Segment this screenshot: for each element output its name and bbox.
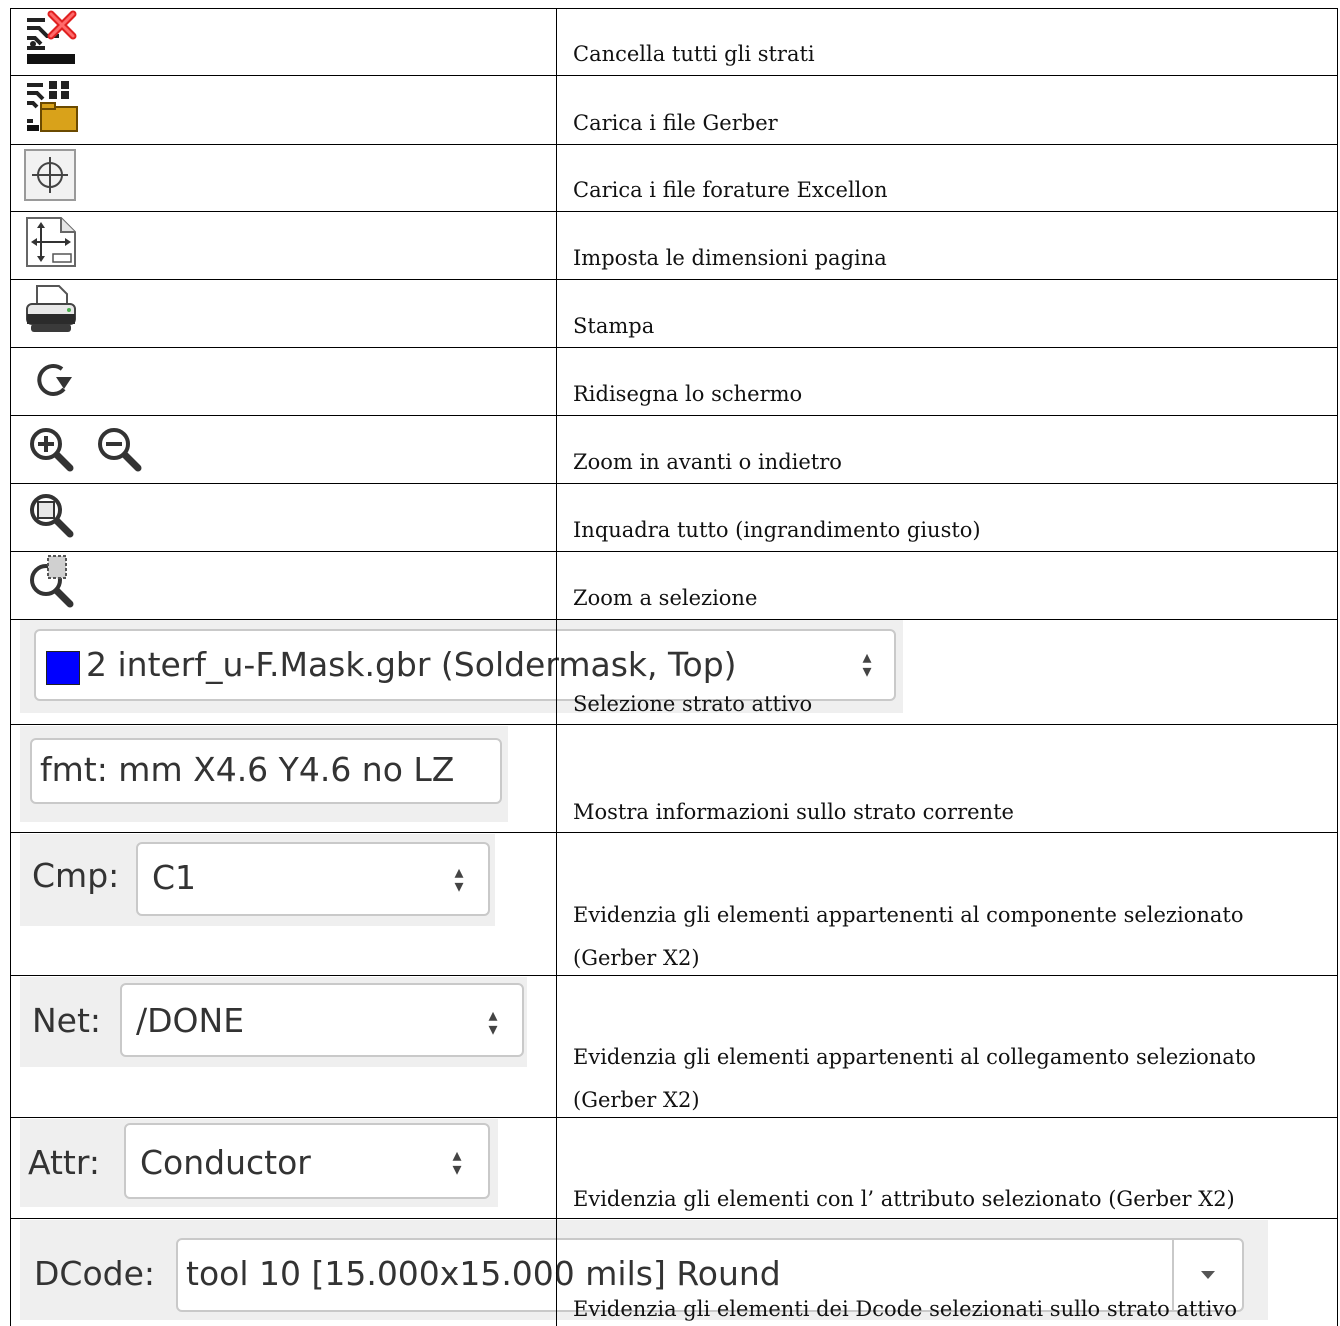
row-description: Evidenzia gli elementi appartenenti al c…: [573, 903, 1244, 927]
row-divider: [10, 975, 1338, 976]
row-divider: [10, 483, 1338, 484]
attr-label: Attr:: [28, 1143, 100, 1182]
dcode-label: DCode:: [34, 1254, 156, 1293]
cmp-combobox[interactable]: C1 ▴ ▾: [136, 842, 490, 916]
spinner-arrows-icon[interactable]: ▴ ▾: [442, 1147, 472, 1179]
row-description: Carica i file Gerber: [573, 111, 778, 135]
chevron-down-icon: [1201, 1271, 1215, 1279]
row-description: Selezione strato attivo: [573, 692, 813, 716]
row-description: Cancella tutti gli strati: [573, 42, 815, 66]
table-border-left: [10, 8, 11, 1326]
row-divider: [10, 1218, 1338, 1219]
layer-select-value: 2 interf_u-F.Mask.gbr (Soldermask, Top): [86, 645, 737, 684]
spinner-arrows-icon[interactable]: ▴ ▾: [444, 864, 474, 896]
spinner-arrows-icon[interactable]: ▴ ▾: [852, 649, 882, 681]
layer-info-field: fmt: mm X4.6 Y4.6 no LZ: [30, 738, 502, 804]
row-divider: [10, 551, 1338, 552]
layer-color-swatch: [46, 651, 80, 685]
column-divider: [556, 8, 557, 1326]
zoom-fit-icon: [30, 494, 74, 538]
net-value: /DONE: [136, 1001, 245, 1040]
row-description: Ridisegna lo schermo: [573, 382, 803, 406]
row-divider: [10, 415, 1338, 416]
clear-layers-icon: [25, 10, 77, 64]
net-combobox[interactable]: /DONE ▴ ▾: [120, 983, 524, 1057]
row-divider: [10, 8, 1338, 9]
component-select-widget: Cmp: C1 ▴ ▾: [20, 834, 495, 926]
redraw-icon: [37, 363, 72, 396]
page-size-icon: [26, 217, 76, 267]
row-description: Evidenzia gli elementi dei Dcode selezio…: [573, 1297, 1238, 1321]
row-divider: [10, 1117, 1338, 1118]
row-description: Carica i file forature Excellon: [573, 178, 888, 202]
row-divider: [10, 279, 1338, 280]
row-divider: [10, 724, 1338, 725]
open-gerber-icon: [25, 79, 78, 132]
row-description-continued: (Gerber X2): [573, 1088, 700, 1112]
row-divider: [10, 144, 1338, 145]
attribute-select-widget: Attr: Conductor ▴ ▾: [20, 1119, 498, 1207]
row-divider: [10, 211, 1338, 212]
layer-info-value: fmt: mm X4.6 Y4.6 no LZ: [40, 750, 455, 789]
spinner-arrows-icon[interactable]: ▴ ▾: [478, 1007, 508, 1039]
drill-target-icon: [24, 149, 76, 201]
row-description: Stampa: [573, 314, 655, 338]
row-divider: [10, 832, 1338, 833]
zoom-in-out-icon: [26, 424, 156, 474]
row-description: Imposta le dimensioni pagina: [573, 246, 887, 270]
row-description: Evidenzia gli elementi con l’ attributo …: [573, 1187, 1235, 1211]
row-description: Evidenzia gli elementi appartenenti al c…: [573, 1045, 1256, 1069]
attr-combobox[interactable]: Conductor ▴ ▾: [124, 1123, 490, 1199]
net-label: Net:: [32, 1001, 102, 1040]
row-description: Zoom in avanti o indietro: [573, 450, 842, 474]
attr-value: Conductor: [140, 1143, 311, 1182]
printer-icon: [26, 285, 76, 332]
row-description: Mostra informazioni sullo strato corrent…: [573, 800, 1014, 824]
row-description: Zoom a selezione: [573, 586, 758, 610]
dcode-value: tool 10 [15.000x15.000 mils] Round: [186, 1254, 781, 1293]
cmp-value: C1: [152, 858, 197, 897]
cmp-label: Cmp:: [32, 856, 120, 895]
layer-info-widget: fmt: mm X4.6 Y4.6 no LZ: [20, 726, 508, 822]
toolbar-reference-table: 2 interf_u-F.Mask.gbr (Soldermask, Top) …: [0, 0, 1340, 1326]
zoom-out-icon: [98, 428, 142, 472]
row-divider: [10, 347, 1338, 348]
table-border-right: [1337, 8, 1338, 1326]
row-divider: [10, 75, 1338, 76]
net-select-widget: Net: /DONE ▴ ▾: [20, 977, 527, 1067]
row-description: Inquadra tutto (ingrandimento giusto): [573, 518, 981, 542]
zoom-selection-icon: [30, 555, 74, 608]
row-description-continued: (Gerber X2): [573, 946, 700, 970]
zoom-in-icon: [30, 428, 74, 472]
